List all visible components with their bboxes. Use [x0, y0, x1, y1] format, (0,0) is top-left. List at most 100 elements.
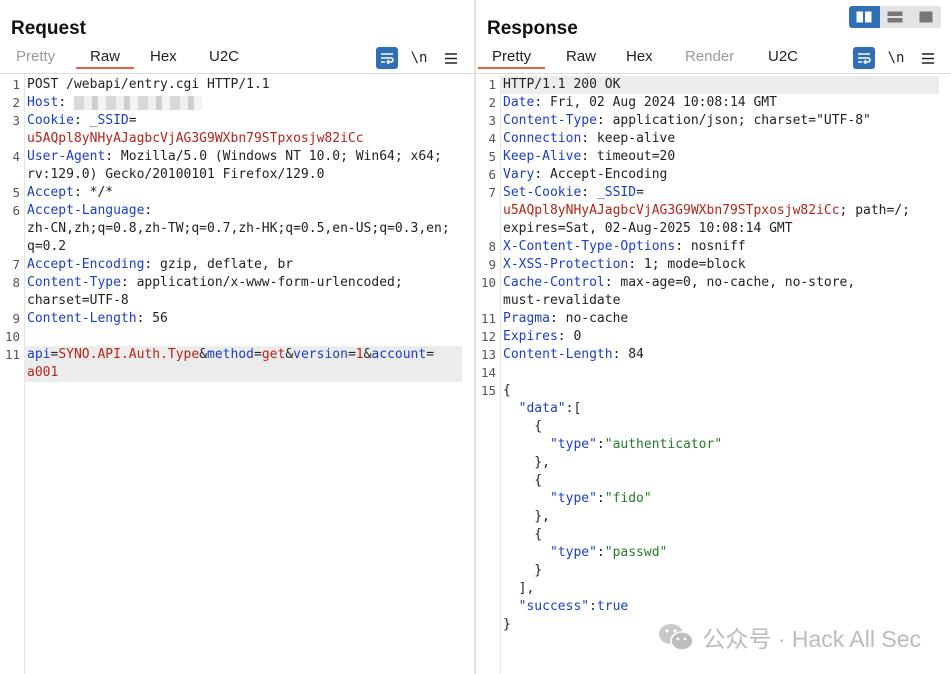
code-line: "type":"passwd" — [476, 544, 951, 562]
tab-raw[interactable]: Raw — [566, 48, 596, 65]
tab-hex[interactable]: Hex — [150, 48, 177, 65]
tab-u2c[interactable]: U2C — [768, 48, 798, 65]
code-line: expires=Sat, 02-Aug-2025 10:08:14 GMT — [476, 220, 951, 238]
code-line: 4 Connection: keep-alive — [476, 130, 951, 148]
code-line: "success":true — [476, 598, 951, 616]
code-key: Pragma — [503, 311, 550, 326]
response-divider — [476, 73, 951, 74]
line-number: 3 — [12, 113, 20, 128]
line-number: 11 — [4, 347, 20, 362]
line-text: Vary: Accept-Encoding — [503, 166, 941, 184]
code-key: Accept-Encoding — [27, 257, 145, 272]
code-text: { — [503, 383, 511, 398]
newline-toggle-button[interactable]: \n — [885, 47, 907, 69]
layout-single-icon — [919, 11, 933, 23]
code-line: 1 POST /webapi/entry.cgi HTTP/1.1 — [0, 76, 474, 94]
line-number: 4 — [488, 131, 496, 146]
line-text: { — [503, 418, 941, 436]
response-menu-button[interactable] — [917, 47, 939, 69]
line-text: Cache-Control: max-age=0, no-cache, no-s… — [503, 274, 941, 292]
tab-u2c[interactable]: U2C — [209, 48, 239, 65]
line-text: ], — [503, 580, 941, 598]
code-line: }, — [476, 454, 951, 472]
line-text: Content-Type: application/json; charset=… — [503, 112, 941, 130]
response-editor[interactable]: 1 HTTP/1.1 200 OK 2 Date: Fri, 02 Aug 2024 … — [476, 75, 951, 674]
tab-pretty[interactable]: Pretty — [16, 48, 55, 65]
code-text: = — [254, 347, 262, 362]
tab-render[interactable]: Render — [685, 48, 734, 65]
code-line: 5 Accept: */* — [0, 184, 474, 202]
request-editor[interactable]: 1 POST /webapi/entry.cgi HTTP/1.1 2 Host: 3… — [0, 75, 474, 674]
line-text: POST /webapi/entry.cgi HTTP/1.1 — [27, 76, 464, 94]
line-text: "type":"fido" — [503, 490, 941, 508]
code-text: : */* — [73, 185, 114, 200]
code-text: : application/json; charset="UTF-8" — [596, 113, 871, 128]
code-text: : — [58, 95, 74, 110]
layout-rows-button[interactable] — [879, 6, 911, 28]
wrap-lines-button[interactable] — [853, 47, 875, 69]
layout-single-button[interactable] — [910, 6, 942, 28]
code-key: User-Agent — [27, 149, 106, 164]
line-number: 4 — [12, 149, 20, 164]
code-line: 1 HTTP/1.1 200 OK — [476, 76, 951, 94]
layout-split-icon — [856, 11, 872, 23]
code-param-value: 1 — [355, 347, 364, 362]
code-text: & — [199, 347, 208, 362]
code-text: : max-age=0, no-cache, no-store, — [604, 275, 856, 290]
request-menu-button[interactable] — [440, 47, 462, 69]
code-line: }, — [476, 508, 951, 526]
code-key: "type" — [503, 545, 597, 560]
code-line: zh-CN,zh;q=0.8,zh-TW;q=0.7,zh-HK;q=0.5,e… — [0, 220, 474, 238]
code-string: "passwd" — [604, 545, 668, 560]
line-number: 3 — [488, 113, 496, 128]
code-key: version — [293, 347, 348, 362]
line-text: X-XSS-Protection: 1; mode=block — [503, 256, 941, 274]
code-text: :[ — [565, 401, 582, 416]
line-text: Accept-Language: — [27, 202, 464, 220]
code-text: expires=Sat, 02-Aug-2025 10:08:14 GMT — [503, 221, 793, 236]
code-key: account — [371, 347, 427, 362]
tab-raw[interactable]: Raw — [75, 48, 135, 69]
code-text: : 0 — [557, 329, 582, 344]
code-line: 3 Cookie: _SSID= — [0, 112, 474, 130]
wrap-lines-button[interactable] — [376, 47, 398, 69]
code-line: charset=UTF-8 — [0, 292, 474, 310]
line-text: must-revalidate — [503, 292, 941, 310]
code-line: 8 Content-Type: application/x-www-form-ur… — [0, 274, 474, 292]
code-param-value: u5AQpl8yNHyAJagbcVjAG3G9WXbn79STpxosjw82… — [27, 131, 364, 146]
newline-toggle-button[interactable]: \n — [408, 47, 430, 69]
line-number: 1 — [488, 77, 496, 92]
code-line: 10 Cache-Control: max-age=0, no-cache, no… — [476, 274, 951, 292]
code-text: charset=UTF-8 — [27, 293, 129, 308]
line-text: Pragma: no-cache — [503, 310, 941, 328]
layout-split-button[interactable] — [849, 6, 880, 28]
code-text: : — [581, 185, 597, 200]
code-text: : timeout=20 — [581, 149, 676, 164]
code-line: a001 — [0, 364, 474, 382]
wechat-icon — [659, 624, 695, 651]
code-string: "authenticator" — [604, 437, 723, 452]
line-text: Content-Length: 84 — [503, 346, 941, 364]
code-text: { — [503, 527, 543, 542]
code-line: 15 { — [476, 382, 951, 400]
code-key: api — [27, 347, 51, 362]
code-text: : — [589, 599, 597, 614]
line-text: Date: Fri, 02 Aug 2024 10:08:14 GMT — [503, 94, 941, 112]
line-number: 8 — [12, 275, 20, 290]
line-text: { — [503, 526, 941, 544]
code-key: Cookie — [27, 113, 74, 128]
code-text: }, — [503, 455, 550, 470]
line-text: Accept: */* — [27, 184, 464, 202]
code-key: "type" — [503, 437, 597, 452]
code-key: Content-Length — [27, 311, 137, 326]
tab-pretty[interactable]: Pretty — [477, 48, 546, 69]
line-number: 7 — [488, 185, 496, 200]
line-number: 15 — [480, 383, 496, 398]
menu-icon — [445, 52, 457, 64]
code-key: Content-Type — [503, 113, 597, 128]
code-text: : Accept-Encoding — [534, 167, 668, 182]
code-param-value: u5AQpl8yNHyAJagbcVjAG3G9WXbn79STpxosjw82… — [503, 203, 840, 218]
code-line: 4 User-Agent: Mozilla/5.0 (Windows NT 10.… — [0, 148, 474, 166]
tab-hex[interactable]: Hex — [626, 48, 653, 65]
code-text: : application/x-www-form-urlencoded; — [120, 275, 403, 290]
